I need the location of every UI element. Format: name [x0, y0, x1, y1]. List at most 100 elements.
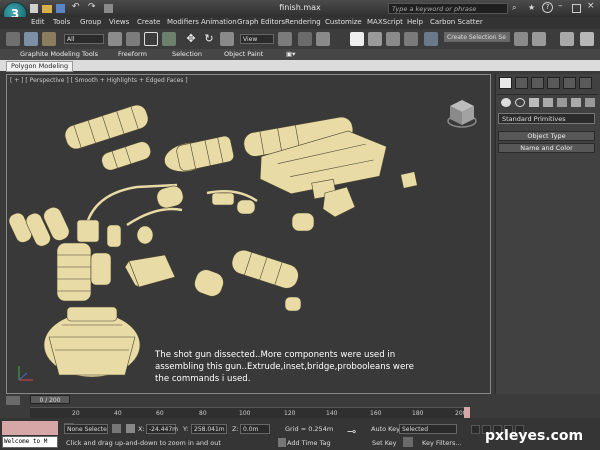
y-coordinate-field[interactable]: 258.041m	[191, 424, 227, 434]
maximize-icon[interactable]	[572, 4, 581, 13]
maxscript-listener-mini[interactable]	[2, 421, 58, 435]
scale-icon[interactable]	[220, 32, 234, 46]
close-icon[interactable]: ×	[587, 1, 595, 11]
set-key-button[interactable]: Set Key	[372, 439, 397, 447]
motion-panel-tab-icon[interactable]	[547, 77, 560, 89]
menu-help[interactable]: Help	[407, 18, 423, 26]
menu-maxscript[interactable]: MAXScript	[367, 18, 403, 26]
key-mode-dropdown[interactable]: Selected	[399, 424, 457, 434]
render-icon[interactable]	[580, 32, 594, 46]
tab-freeform[interactable]: Freeform	[118, 50, 147, 58]
key-mode-icon[interactable]	[403, 437, 413, 447]
key-filters-button[interactable]: Key Filters...	[422, 439, 462, 447]
polygon-modeling-panel[interactable]: Polygon Modeling	[6, 61, 74, 72]
tab-selection[interactable]: Selection	[172, 50, 202, 58]
menu-tools[interactable]: Tools	[53, 18, 70, 26]
named-selection-dropdown[interactable]: Create Selection Se	[444, 32, 510, 42]
reference-coordinate-dropdown[interactable]: View	[240, 34, 274, 44]
absolute-mode-icon[interactable]	[126, 424, 135, 433]
tab-object-paint[interactable]: Object Paint	[224, 50, 263, 58]
z-coordinate-field[interactable]: 0.0m	[240, 424, 270, 434]
watermark-text: pxleyes.com	[485, 428, 584, 444]
ribbon-options-icon[interactable]: ▣▾	[286, 50, 295, 58]
spinner-snap-icon[interactable]	[404, 32, 418, 46]
menu-group[interactable]: Group	[80, 18, 101, 26]
menu-create[interactable]: Create	[137, 18, 160, 26]
geometry-icon[interactable]	[501, 98, 511, 107]
menu-animation[interactable]: Animation	[201, 18, 237, 26]
help-icon[interactable]: ?	[542, 2, 553, 13]
edit-named-selection-icon[interactable]	[424, 32, 438, 46]
infocenter-icon[interactable]: ★	[528, 3, 535, 12]
rollout-name-and-color[interactable]: Name and Color	[498, 143, 595, 153]
tick-label: 100	[239, 410, 251, 417]
display-panel-tab-icon[interactable]	[563, 77, 576, 89]
cameras-icon[interactable]	[543, 98, 553, 107]
shapes-icon[interactable]	[515, 98, 525, 107]
menu-edit[interactable]: Edit	[31, 18, 45, 26]
axis-tripod-icon	[18, 366, 33, 381]
menu-views[interactable]: Views	[109, 18, 129, 26]
bind-space-warp-icon[interactable]	[42, 32, 56, 46]
maxscript-welcome-field[interactable]: Welcome to M	[2, 436, 58, 448]
caption-line-2: assembling this gun..Extrude,inset,bridg…	[155, 362, 414, 372]
auto-key-button[interactable]: Auto Key	[371, 425, 400, 433]
prompt-text: Click and drag up-and-down to zoom in an…	[66, 439, 221, 447]
select-manipulate-icon[interactable]	[298, 32, 312, 46]
link-icon[interactable]	[24, 32, 38, 46]
primitive-type-dropdown[interactable]: Standard Primitives	[498, 113, 595, 124]
viewport-caption: The shot gun dissected..More components …	[155, 349, 475, 385]
add-time-tag-button[interactable]: Add Time Tag	[287, 439, 331, 447]
rect-selection-icon[interactable]	[144, 32, 158, 46]
perspective-viewport[interactable]: [ + ] [ Perspective ] [ Smooth + Highlig…	[6, 74, 491, 394]
undo-toolbar-icon[interactable]	[6, 32, 20, 46]
window-title: finish.max	[279, 3, 321, 12]
snap-toggle-icon[interactable]	[350, 32, 364, 46]
percent-snap-icon[interactable]	[386, 32, 400, 46]
menu-rendering[interactable]: Rendering	[285, 18, 321, 26]
ribbon-panel-bar	[0, 60, 600, 71]
mirror-icon[interactable]	[514, 32, 528, 46]
tick-label: 120	[284, 410, 296, 417]
menu-customize[interactable]: Customize	[325, 18, 362, 26]
caption-line-1: The shot gun dissected..More components …	[155, 350, 396, 360]
keyboard-shortcut-icon[interactable]	[316, 32, 330, 46]
rotate-icon[interactable]: ↻	[202, 32, 216, 46]
move-icon[interactable]: ✥	[184, 32, 198, 46]
go-to-start-icon[interactable]	[471, 425, 480, 434]
x-coordinate-field[interactable]: -24.447m	[146, 424, 178, 434]
helpers-icon[interactable]	[557, 98, 567, 107]
systems-icon[interactable]	[585, 98, 595, 107]
angle-snap-icon[interactable]	[368, 32, 382, 46]
panel-divider	[497, 94, 598, 95]
tab-graphite-modeling-tools[interactable]: Graphite Modeling Tools	[20, 50, 98, 58]
select-object-icon[interactable]	[108, 32, 122, 46]
menu-graph-editors[interactable]: Graph Editors	[237, 18, 285, 26]
modify-panel-tab-icon[interactable]	[515, 77, 528, 89]
lights-icon[interactable]	[529, 98, 539, 107]
selection-filter-dropdown[interactable]: All	[64, 34, 104, 44]
time-tag-icon[interactable]	[278, 438, 286, 447]
select-by-name-icon[interactable]	[126, 32, 140, 46]
menu-modifiers[interactable]: Modifiers	[167, 18, 199, 26]
search-icon[interactable]: ⌕	[512, 3, 516, 13]
render-setup-icon[interactable]	[560, 32, 574, 46]
hierarchy-panel-tab-icon[interactable]	[531, 77, 544, 89]
rollout-object-type[interactable]: Object Type	[498, 131, 595, 141]
space-warps-icon[interactable]	[571, 98, 581, 107]
tick-label: 80	[199, 410, 207, 417]
create-panel-tab-icon[interactable]	[499, 77, 512, 89]
minimize-icon[interactable]: –	[558, 1, 563, 11]
menu-carbon-scatter[interactable]: Carbon Scatter	[430, 18, 483, 26]
utilities-panel-tab-icon[interactable]	[579, 77, 592, 89]
time-slider[interactable]: 0 / 200	[30, 395, 70, 404]
lock-selection-icon[interactable]	[112, 424, 121, 433]
align-icon[interactable]	[532, 32, 546, 46]
window-crossing-icon[interactable]	[162, 32, 176, 46]
pivot-center-icon[interactable]	[278, 32, 292, 46]
tick-label: 40	[114, 410, 122, 417]
search-input[interactable]: Type a keyword or phrase	[388, 3, 508, 14]
mini-curve-editor-icon[interactable]	[6, 396, 20, 405]
shotgun-parts-model	[8, 104, 418, 378]
set-key-icon[interactable]: ⊸	[347, 425, 356, 438]
